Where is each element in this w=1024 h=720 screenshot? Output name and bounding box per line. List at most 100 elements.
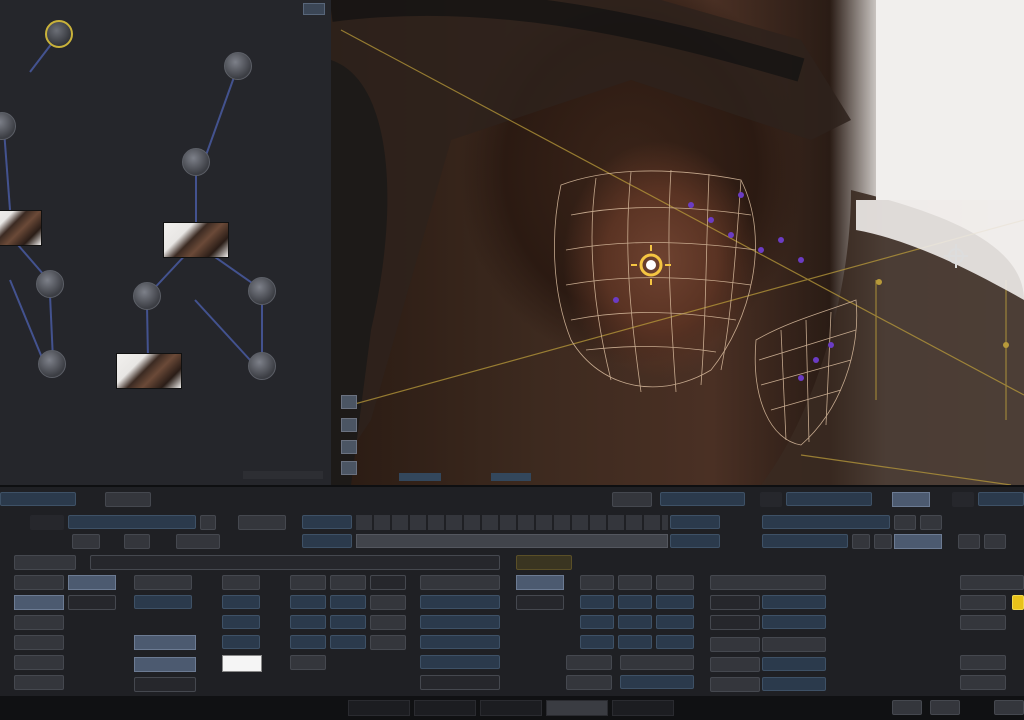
node-sphere-icon[interactable] — [248, 352, 276, 380]
preview-button[interactable] — [238, 515, 286, 530]
right-btn-2[interactable] — [960, 615, 1006, 630]
grid-field-9[interactable] — [656, 635, 694, 649]
preset-list-b[interactable] — [420, 595, 500, 609]
zoom-a-button[interactable] — [958, 534, 980, 549]
option-b-button[interactable] — [14, 635, 64, 650]
color-a-select[interactable] — [134, 635, 196, 650]
render-option[interactable] — [516, 595, 564, 610]
opt-field-4[interactable] — [762, 657, 826, 671]
tab-3[interactable] — [480, 700, 542, 716]
value-b-field[interactable] — [222, 615, 260, 629]
face-thumbnail[interactable] — [0, 210, 42, 246]
tracker-sun-icon[interactable] — [631, 245, 671, 285]
grid-btn-1[interactable] — [580, 575, 614, 590]
right-btn-1[interactable] — [960, 595, 1006, 610]
right-btn-4[interactable] — [960, 675, 1006, 690]
grid-field-10[interactable] — [620, 675, 694, 689]
shading-button-active[interactable] — [1012, 595, 1024, 610]
image-viewer[interactable] — [331, 0, 1024, 485]
node-sphere-icon[interactable] — [248, 277, 276, 305]
option-c-button[interactable] — [14, 655, 64, 670]
grid-btn-6[interactable] — [566, 675, 612, 690]
type-button[interactable] — [68, 595, 116, 610]
rot-z-field[interactable] — [330, 635, 366, 649]
grid-field-1[interactable] — [580, 595, 614, 609]
opt-field-3[interactable] — [762, 637, 826, 652]
layer-button-b[interactable] — [920, 515, 942, 530]
preset-list-e[interactable] — [420, 655, 500, 669]
grid-field-2[interactable] — [618, 595, 652, 609]
grid-btn-2[interactable] — [618, 575, 652, 590]
preset-list-a[interactable] — [420, 575, 500, 590]
color-b-select[interactable] — [134, 657, 196, 672]
grid-field-4[interactable] — [580, 615, 614, 629]
preset-list-d[interactable] — [420, 635, 500, 649]
prev-button[interactable] — [72, 534, 100, 549]
name-pick-button[interactable] — [200, 515, 216, 530]
face-mesh-overlay[interactable] — [331, 0, 1024, 485]
channel-field[interactable] — [660, 492, 745, 506]
tab-4[interactable] — [546, 700, 608, 716]
timeline-slider[interactable] — [356, 534, 668, 548]
scl-x-field[interactable] — [370, 595, 406, 610]
scale-button[interactable] — [370, 575, 406, 590]
zoom-b-button[interactable] — [984, 534, 1006, 549]
value-a-field[interactable] — [222, 595, 260, 609]
option-a-button[interactable] — [14, 615, 64, 630]
nodes-button[interactable] — [105, 492, 151, 507]
status-extra[interactable] — [994, 700, 1024, 715]
tab-5[interactable] — [612, 700, 674, 716]
name-field[interactable] — [68, 515, 196, 529]
preset-field[interactable] — [762, 534, 848, 548]
load-button[interactable] — [134, 575, 192, 590]
preset-list-f[interactable] — [420, 675, 500, 690]
face-thumbnail[interactable] — [163, 222, 229, 258]
source-field[interactable] — [0, 492, 76, 506]
rot-y-field[interactable] — [330, 615, 366, 629]
section-tab-c[interactable] — [516, 555, 572, 570]
node-graph-panel[interactable] — [0, 0, 331, 485]
node-sphere-icon[interactable] — [182, 148, 210, 176]
rot-x-field[interactable] — [330, 595, 366, 609]
tool-field[interactable] — [786, 492, 872, 506]
grid-field-6[interactable] — [656, 615, 694, 629]
preset-a-button[interactable] — [852, 534, 870, 549]
tab-2[interactable] — [414, 700, 476, 716]
node-sphere-icon[interactable] — [224, 52, 252, 80]
play-icon[interactable] — [341, 461, 357, 475]
play-button[interactable] — [124, 534, 150, 549]
apply-button[interactable] — [290, 655, 326, 670]
opt-field-1[interactable] — [762, 595, 826, 609]
preset-list-c[interactable] — [420, 615, 500, 629]
grid-field-5[interactable] — [618, 615, 652, 629]
graph-view-toggle[interactable] — [303, 3, 325, 15]
position-button[interactable] — [290, 575, 326, 590]
mode-select[interactable] — [892, 492, 930, 507]
scl-z-field[interactable] — [370, 635, 406, 650]
grid-btn-4[interactable] — [566, 655, 612, 670]
section-tab-b[interactable] — [90, 555, 500, 570]
view-field[interactable] — [978, 492, 1024, 506]
tab-1[interactable] — [348, 700, 410, 716]
layer-field[interactable] — [762, 515, 890, 529]
face-thumbnail[interactable] — [116, 353, 182, 389]
timeline-keys[interactable] — [356, 515, 668, 530]
blend-select[interactable] — [894, 534, 942, 549]
type-dropdown[interactable] — [14, 595, 64, 610]
lock-icon[interactable] — [341, 395, 357, 409]
node-sphere-icon[interactable] — [45, 20, 73, 48]
opt-field-5[interactable] — [762, 677, 826, 691]
pos-y-field[interactable] — [290, 615, 326, 629]
grid-field-8[interactable] — [618, 635, 652, 649]
channel-button[interactable] — [612, 492, 652, 507]
grid-btn-3[interactable] — [656, 575, 694, 590]
end-frame-field[interactable] — [670, 515, 720, 529]
pos-z-field[interactable] — [290, 635, 326, 649]
status-fit[interactable] — [930, 700, 960, 715]
grid-field-7[interactable] — [580, 635, 614, 649]
color-c-button[interactable] — [134, 677, 196, 692]
render-dropdown[interactable] — [516, 575, 564, 590]
pos-x-field[interactable] — [290, 595, 326, 609]
scl-y-field[interactable] — [370, 615, 406, 630]
mode-button[interactable] — [14, 575, 64, 590]
